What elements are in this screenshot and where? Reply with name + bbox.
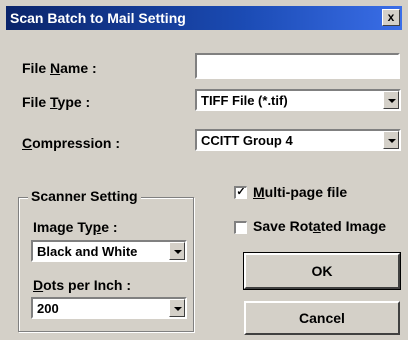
file-name-input[interactable] bbox=[195, 53, 400, 79]
dialog-title: Scan Batch to Mail Setting bbox=[10, 10, 186, 26]
scan-batch-dialog: Scan Batch to Mail Setting x File Name :… bbox=[0, 0, 408, 340]
image-type-value: Black and White bbox=[37, 244, 138, 259]
compression-label: Compression : bbox=[22, 135, 121, 151]
file-type-select[interactable]: TIFF File (*.tif) bbox=[195, 89, 401, 111]
scanner-setting-title: Scanner Setting bbox=[28, 188, 141, 204]
dpi-value: 200 bbox=[37, 301, 59, 316]
save-rotated-label[interactable]: Save Rotated Image bbox=[253, 218, 386, 234]
checkmark-icon: ✓ bbox=[236, 186, 246, 198]
dpi-select[interactable]: 200 bbox=[31, 297, 187, 319]
file-type-label: File Type : bbox=[22, 94, 91, 110]
dpi-dropdown-icon[interactable] bbox=[169, 299, 185, 317]
title-bar[interactable]: Scan Batch to Mail Setting x bbox=[6, 6, 402, 30]
compression-select[interactable]: CCITT Group 4 bbox=[195, 129, 401, 151]
close-button[interactable]: x bbox=[382, 9, 400, 26]
image-type-label: Image Type : bbox=[33, 219, 118, 235]
multipage-checkbox[interactable]: ✓ bbox=[234, 186, 247, 199]
file-type-value: TIFF File (*.tif) bbox=[201, 93, 288, 108]
dpi-label: Dots per Inch : bbox=[33, 277, 132, 293]
compression-dropdown-icon[interactable] bbox=[383, 131, 399, 149]
close-icon: x bbox=[387, 10, 395, 24]
save-rotated-checkbox[interactable] bbox=[234, 221, 247, 234]
compression-value: CCITT Group 4 bbox=[201, 133, 293, 148]
ok-button[interactable]: OK bbox=[243, 252, 401, 290]
file-type-dropdown-icon[interactable] bbox=[383, 91, 399, 109]
image-type-select[interactable]: Black and White bbox=[31, 240, 187, 262]
file-name-label: File Name : bbox=[22, 60, 97, 76]
cancel-button[interactable]: Cancel bbox=[244, 301, 400, 335]
multipage-label[interactable]: Multi-page file bbox=[253, 184, 347, 200]
image-type-dropdown-icon[interactable] bbox=[169, 242, 185, 260]
